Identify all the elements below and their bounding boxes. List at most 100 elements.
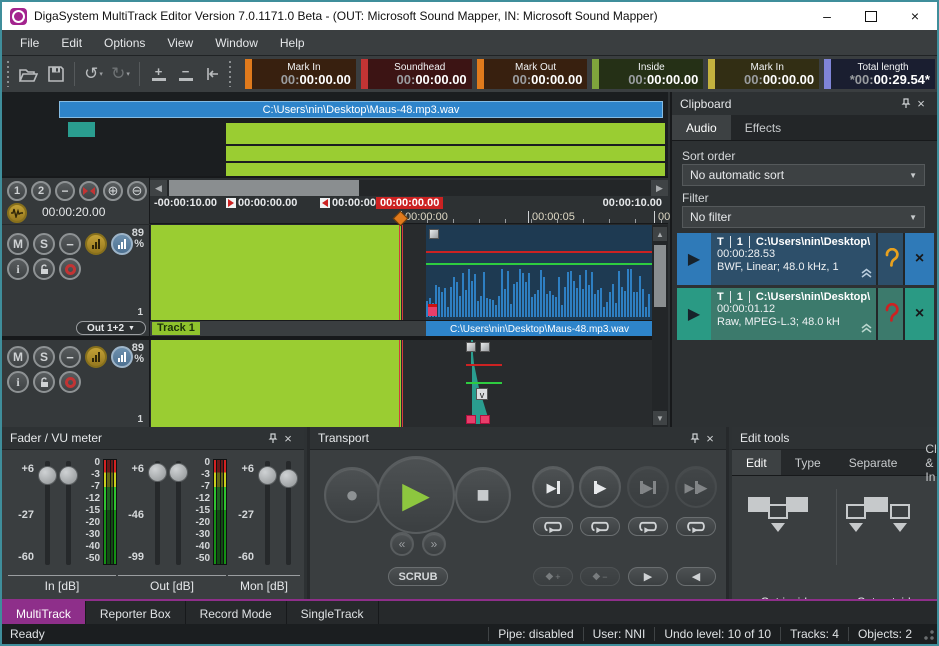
loop-button[interactable] [580,517,620,536]
fader-knob[interactable] [258,466,277,485]
scroll-up-icon[interactable]: ▲ [653,227,667,241]
pin-icon[interactable] [266,431,280,445]
track1-info-button[interactable]: i [7,258,29,280]
resize-grip[interactable] [921,627,935,641]
timeline-scrollbar-thumb[interactable] [169,180,359,196]
prelisten-ear-icon[interactable] [876,233,903,285]
track2-lock-button[interactable] [33,371,55,393]
close-icon[interactable]: × [280,431,296,445]
save-icon[interactable] [42,61,69,88]
expand-icon[interactable] [860,265,873,283]
scroll-down-icon[interactable]: ▼ [653,411,667,425]
overview-clip-track2[interactable] [68,122,95,137]
cut-outside-tool[interactable]: Cut outside [842,483,932,583]
prelisten-ear-icon[interactable] [876,288,903,340]
track1-minimize-button[interactable]: − [59,233,81,255]
close-icon[interactable]: × [702,431,718,445]
redo-button[interactable]: ↻▾ [107,61,134,88]
track1-selection-block[interactable] [151,225,401,320]
scroll-right-icon[interactable]: ▶ [651,180,668,196]
close-button[interactable]: × [893,2,937,30]
cut-inside-tool[interactable]: Cut inside [742,483,832,583]
tab-audio[interactable]: Audio [672,115,731,140]
track1-gain-gold-icon[interactable] [85,233,107,255]
ruler-ticks[interactable]: 00:00:00 00:00:05 00: [150,211,668,224]
clipboard-item[interactable]: ▶ T1C:\Users\nin\Desktop\ 00:00:01.12 Ra… [677,288,934,340]
tab-separate[interactable]: Separate [835,450,912,475]
tab-type[interactable]: Type [781,450,835,475]
tab-multitrack[interactable]: MultiTrack [2,601,86,626]
play-icon[interactable]: ▶ [677,288,711,340]
track-scrollbar-thumb[interactable] [654,245,666,307]
maximize-button[interactable] [849,2,893,30]
record-button[interactable]: ● [324,467,380,523]
clipboard-item[interactable]: ▶ T1C:\Users\nin\Desktop\ 00:00:28.53 BW… [677,233,934,285]
fader-knob[interactable] [38,466,57,485]
fade-marker-icon[interactable] [466,415,476,424]
skip-forward-button[interactable]: » [422,532,446,556]
menu-help[interactable]: Help [270,32,315,54]
play-icon[interactable]: ▶ [677,233,711,285]
sort-order-select[interactable]: No automatic sort▼ [682,164,925,186]
zoom-preset-2-button[interactable]: 2 [31,181,51,201]
play-button[interactable]: ▶ [377,456,455,534]
add-track-button[interactable]: + [145,61,172,88]
loop-button[interactable] [628,517,668,536]
track1-lock-button[interactable] [33,258,55,280]
menu-options[interactable]: Options [94,32,155,54]
play-around-mark-button[interactable]: ▶▶ [675,466,717,508]
track1-name-chip[interactable]: Track 1 [152,322,200,335]
fader-knob[interactable] [279,469,298,488]
clip-marker-icon[interactable] [428,304,437,316]
track2-gain-gold-icon[interactable] [85,346,107,368]
overview-region[interactable] [226,162,665,176]
goto-marker-button[interactable] [199,61,226,88]
pin-icon[interactable] [688,431,702,445]
remove-track-button[interactable]: − [172,61,199,88]
track2-minimize-button[interactable]: − [59,346,81,368]
track2-info-button[interactable]: i [7,371,29,393]
track1-clip-filename[interactable]: C:\Users\nin\Desktop\Maus-48.mp3.wav [426,321,653,337]
close-icon[interactable]: × [913,97,929,111]
track2-mute-button[interactable]: M [7,346,29,368]
track2-fade-object[interactable]: v [464,340,510,426]
play-between-marks-button[interactable]: ▶ [627,466,669,508]
fade-marker-icon[interactable] [480,415,490,424]
track2-record-arm-button[interactable] [59,371,81,393]
track2-solo-button[interactable]: S [33,346,55,368]
loop-button[interactable] [533,517,573,536]
zoom-in-button[interactable]: ⊕ [103,181,123,201]
fader-knob[interactable] [148,463,167,482]
expand-icon[interactable] [860,320,873,338]
undo-button[interactable]: ↺▾ [80,61,107,88]
track1-output-select[interactable]: Out 1+2▼ [76,321,146,335]
collapse-button[interactable]: − [55,181,75,201]
track1-audio-clip[interactable] [426,225,653,320]
remove-marker-button[interactable]: ◆− [580,567,620,586]
tab-reporter-box[interactable]: Reporter Box [86,601,186,626]
track1-record-arm-button[interactable] [59,258,81,280]
track2-selection-block[interactable] [151,340,401,427]
remove-item-icon[interactable]: × [903,288,934,340]
waveform-zoom-button[interactable] [7,203,27,223]
minimize-button[interactable]: – [805,2,849,30]
clip-handle-icon[interactable] [429,229,439,239]
play-from-mark-button[interactable]: ▶ [579,466,621,508]
scroll-left-icon[interactable]: ◀ [150,180,167,196]
track1-mute-button[interactable]: M [7,233,29,255]
overview-region[interactable] [226,145,665,161]
scrub-button[interactable]: SCRUB [388,567,448,586]
toolbar-grip[interactable] [229,61,234,87]
tab-effects[interactable]: Effects [731,115,795,140]
track2-lane[interactable]: v [150,340,652,427]
fade-handle-icon[interactable] [480,342,490,352]
track1-pan-blue-icon[interactable] [111,233,133,255]
open-file-icon[interactable] [15,61,42,88]
timeline-scrollbar[interactable]: ◀ ▶ [150,180,668,196]
menu-window[interactable]: Window [205,32,268,54]
overview-clip-track1[interactable]: C:\Users\nin\Desktop\Maus-48.mp3.wav [59,101,663,118]
remove-item-icon[interactable]: × [903,233,934,285]
track2-pan-blue-icon[interactable] [111,346,133,368]
fade-volume-handle[interactable]: v [476,388,488,400]
zoom-out-button[interactable]: ⊖ [127,181,147,201]
